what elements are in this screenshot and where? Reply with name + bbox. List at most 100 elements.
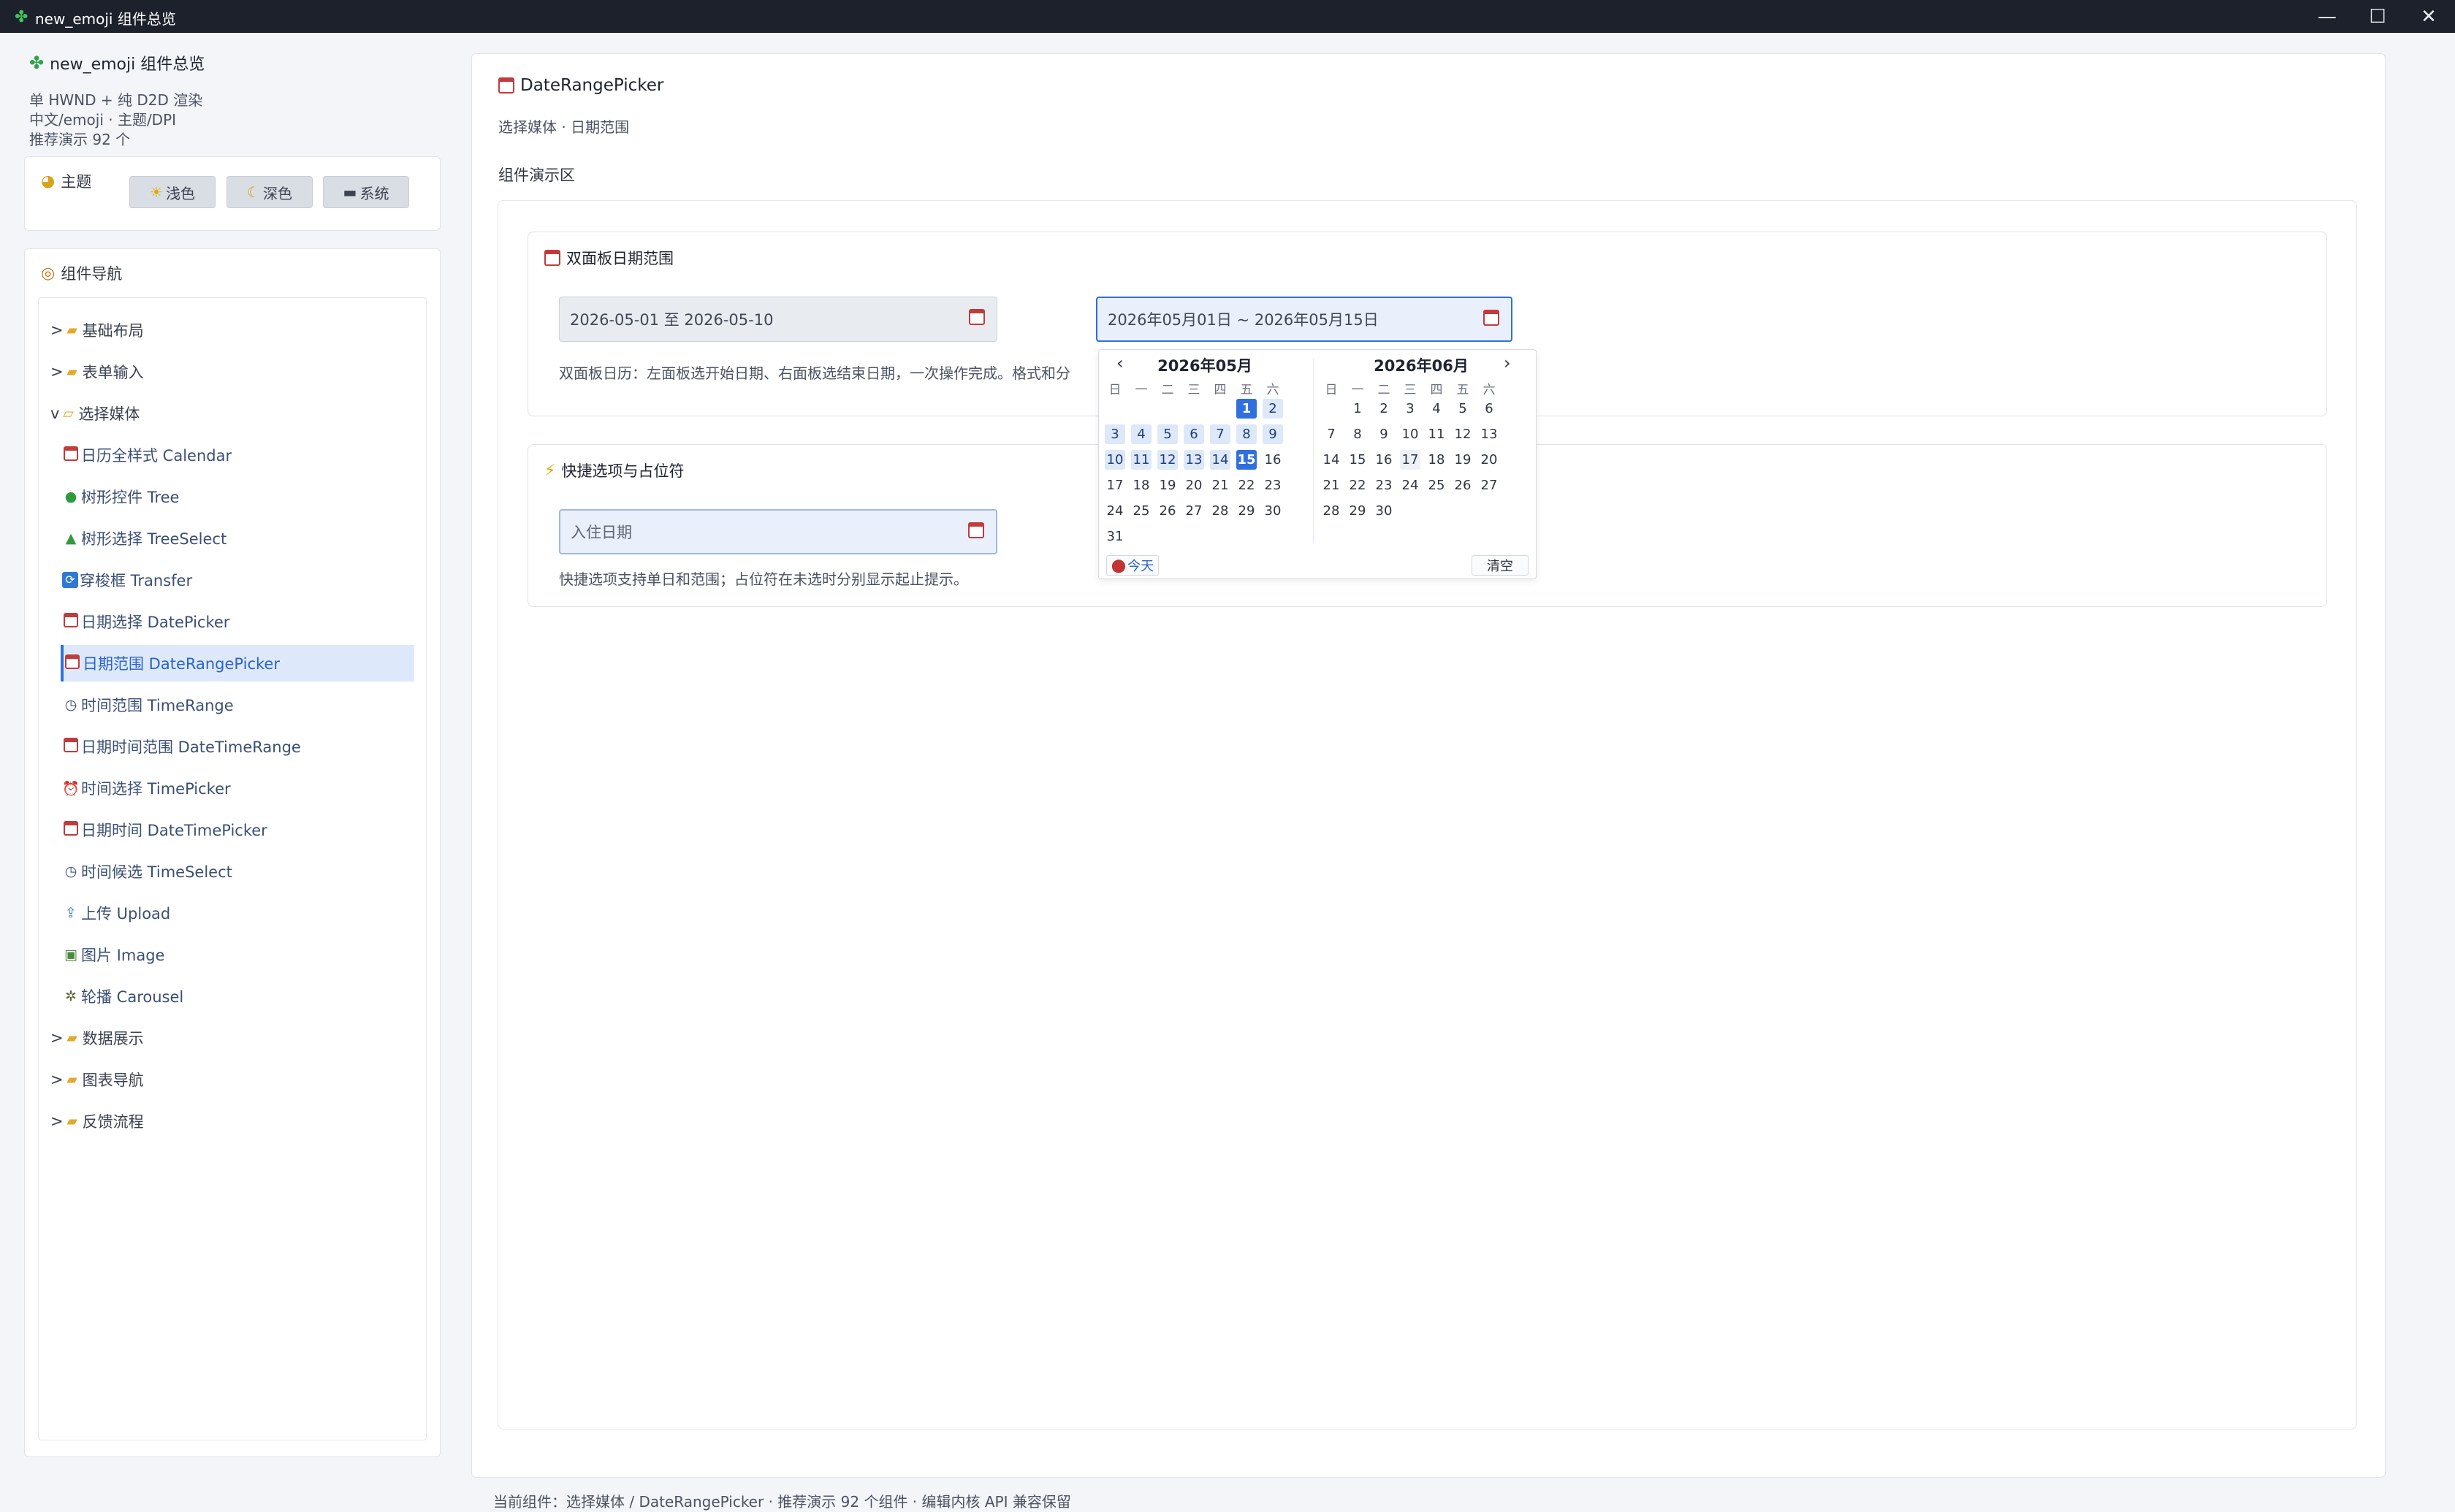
calendar-day[interactable]: 5 <box>1157 424 1178 444</box>
calendar-day[interactable]: 14 <box>1321 450 1341 470</box>
today-button[interactable]: ⬤ 今天 <box>1106 555 1159 576</box>
nav-item-transfer[interactable]: ⟳ 穿梭框 Transfer <box>61 562 414 598</box>
theme-light-button[interactable]: ☀ 浅色 <box>129 176 216 208</box>
theme-dark-button[interactable]: ☾ 深色 <box>227 176 313 208</box>
calendar-day[interactable]: 8 <box>1347 424 1368 444</box>
calendar-day[interactable]: 10 <box>1105 450 1125 470</box>
nav-item-datepicker[interactable]: 日期选择 DatePicker <box>61 603 414 640</box>
calendar-day[interactable]: 7 <box>1210 424 1230 444</box>
nav-item-carousel[interactable]: ✲ 轮播 Carousel <box>61 978 414 1015</box>
calendar-day[interactable]: 4 <box>1426 399 1447 419</box>
calendar-day[interactable]: 25 <box>1426 476 1447 495</box>
calendar-day[interactable]: 13 <box>1479 424 1499 444</box>
nav-group-chart-nav[interactable]: > ▰ 图表导航 <box>50 1061 144 1098</box>
calendar-day[interactable]: 25 <box>1131 501 1152 521</box>
calendar-day[interactable]: 23 <box>1374 476 1394 495</box>
calendar-day[interactable]: 29 <box>1347 501 1368 521</box>
calendar-day[interactable]: 17 <box>1400 450 1420 470</box>
calendar-day[interactable]: 27 <box>1184 501 1204 521</box>
nav-item-daterangepicker[interactable]: 日期范围 DateRangePicker <box>61 645 414 681</box>
nav-group-data-display[interactable]: > ▰ 数据展示 <box>50 1020 144 1056</box>
calendar-day[interactable]: 2 <box>1263 399 1283 419</box>
calendar-day[interactable]: 3 <box>1105 424 1125 444</box>
calendar-day[interactable]: 27 <box>1479 476 1499 495</box>
close-button[interactable]: ✕ <box>2405 0 2452 33</box>
clock-icon: ◷ <box>64 697 77 713</box>
calendar-day[interactable]: 28 <box>1210 501 1230 521</box>
calendar-day[interactable]: 5 <box>1453 399 1473 419</box>
calendar-day[interactable]: 9 <box>1263 424 1283 444</box>
calendar-day[interactable]: 12 <box>1157 450 1178 470</box>
calendar-day[interactable]: 4 <box>1131 424 1152 444</box>
date-range-input-left[interactable]: 2026-05-01 至 2026-05-10 <box>559 297 997 342</box>
calendar-day[interactable]: 23 <box>1263 476 1283 495</box>
calendar-day[interactable]: 3 <box>1400 399 1420 419</box>
calendar-day[interactable]: 15 <box>1347 450 1368 470</box>
nav-group-form-input[interactable]: > ▰ 表单输入 <box>50 354 144 390</box>
nav-item-image[interactable]: ▣ 图片 Image <box>61 936 414 973</box>
nav-item-upload[interactable]: ⇪ 上传 Upload <box>61 895 414 931</box>
calendar-day[interactable]: 11 <box>1426 424 1447 444</box>
calendar-day[interactable]: 19 <box>1157 476 1178 495</box>
calendar-day[interactable]: 18 <box>1426 450 1447 470</box>
calendar-day[interactable]: 15 <box>1236 450 1257 470</box>
calendar-day[interactable]: 26 <box>1157 501 1178 521</box>
calendar-day[interactable]: 30 <box>1374 501 1394 521</box>
calendar-day[interactable]: 24 <box>1105 501 1125 521</box>
calendar-day[interactable]: 22 <box>1347 476 1368 495</box>
calendar-day[interactable]: 6 <box>1184 424 1204 444</box>
calendar-icon[interactable] <box>968 522 986 541</box>
calendar-day[interactable]: 13 <box>1184 450 1204 470</box>
calendar-day[interactable]: 8 <box>1236 424 1257 444</box>
calendar-day[interactable]: 31 <box>1105 527 1125 546</box>
calendar-day[interactable]: 2 <box>1374 399 1394 419</box>
nav-group-basic-layout[interactable]: > ▰ 基础布局 <box>50 312 144 348</box>
checkin-date-input[interactable]: 入住日期 <box>559 509 997 554</box>
calendar-day[interactable]: 11 <box>1131 450 1152 470</box>
calendar-day[interactable]: 7 <box>1321 424 1341 444</box>
calendar-day[interactable]: 24 <box>1400 476 1420 495</box>
calendar-day[interactable]: 10 <box>1400 424 1420 444</box>
nav-tree[interactable]: > ▰ 基础布局 > ▰ 表单输入 v ▱ 选择媒体 日历全样式 Calenda… <box>38 297 427 1440</box>
clear-label: 清空 <box>1487 559 1513 574</box>
calendar-day[interactable]: 18 <box>1131 476 1152 495</box>
calendar-day[interactable]: 29 <box>1236 501 1257 521</box>
nav-item-tree[interactable]: ● 树形控件 Tree <box>61 478 414 515</box>
calendar-day[interactable]: 1 <box>1236 399 1257 419</box>
minimize-button[interactable]: — <box>2304 0 2351 33</box>
theme-system-button[interactable]: ▬ 系统 <box>323 176 409 208</box>
calendar-day[interactable]: 1 <box>1347 399 1368 419</box>
calendar-day[interactable]: 14 <box>1210 450 1230 470</box>
calendar-day[interactable]: 17 <box>1105 476 1125 495</box>
nav-item-timepicker[interactable]: ⏰ 时间选择 TimePicker <box>61 770 414 806</box>
nav-item-timeselect[interactable]: ◷ 时间候选 TimeSelect <box>61 853 414 890</box>
calendar-day[interactable]: 16 <box>1374 450 1394 470</box>
nav-item-datetimepicker[interactable]: 日期时间 DateTimePicker <box>61 812 414 848</box>
calendar-day[interactable]: 21 <box>1210 476 1230 495</box>
calendar-day[interactable]: 20 <box>1184 476 1204 495</box>
calendar-day[interactable]: 30 <box>1263 501 1283 521</box>
calendar-icon[interactable] <box>1483 310 1501 329</box>
nav-group-select-media[interactable]: v ▱ 选择媒体 <box>50 395 140 432</box>
date-range-input-right[interactable]: 2026年05月01日 ~ 2026年05月15日 <box>1096 297 1512 342</box>
nav-item-treeselect[interactable]: ▲ 树形选择 TreeSelect <box>61 520 414 557</box>
maximize-button[interactable]: ☐ <box>2354 0 2401 33</box>
calendar-day[interactable]: 20 <box>1479 450 1499 470</box>
calendar-day[interactable]: 16 <box>1263 450 1283 470</box>
calendar-day[interactable]: 6 <box>1479 399 1499 419</box>
calendar-day[interactable]: 22 <box>1236 476 1257 495</box>
calendar-day[interactable]: 12 <box>1453 424 1473 444</box>
calendar-day[interactable]: 19 <box>1453 450 1473 470</box>
calendar-day[interactable]: 9 <box>1374 424 1394 444</box>
nav-item-calendar[interactable]: 日历全样式 Calendar <box>61 437 414 473</box>
calendar-day[interactable]: 28 <box>1321 501 1341 521</box>
calendar-day[interactable]: 21 <box>1321 476 1341 495</box>
calendar-day[interactable]: 26 <box>1453 476 1473 495</box>
nav-item-datetimerange[interactable]: 日期时间范围 DateTimeRange <box>61 728 414 765</box>
date-range-popup[interactable]: ‹ 2026年05月 日一二三四五六 1 2 3 4 5 6 7 8 9 10 11 12 13 14 15 1… <box>1098 349 1537 579</box>
nav-item-timerange[interactable]: ◷ 时间范围 TimeRange <box>61 687 414 723</box>
clear-button[interactable]: 清空 <box>1472 555 1529 576</box>
calendar-icon[interactable] <box>969 309 986 328</box>
expand-arrow-icon: > <box>50 363 64 381</box>
nav-group-feedback-flow[interactable]: > ▰ 反馈流程 <box>50 1103 144 1139</box>
